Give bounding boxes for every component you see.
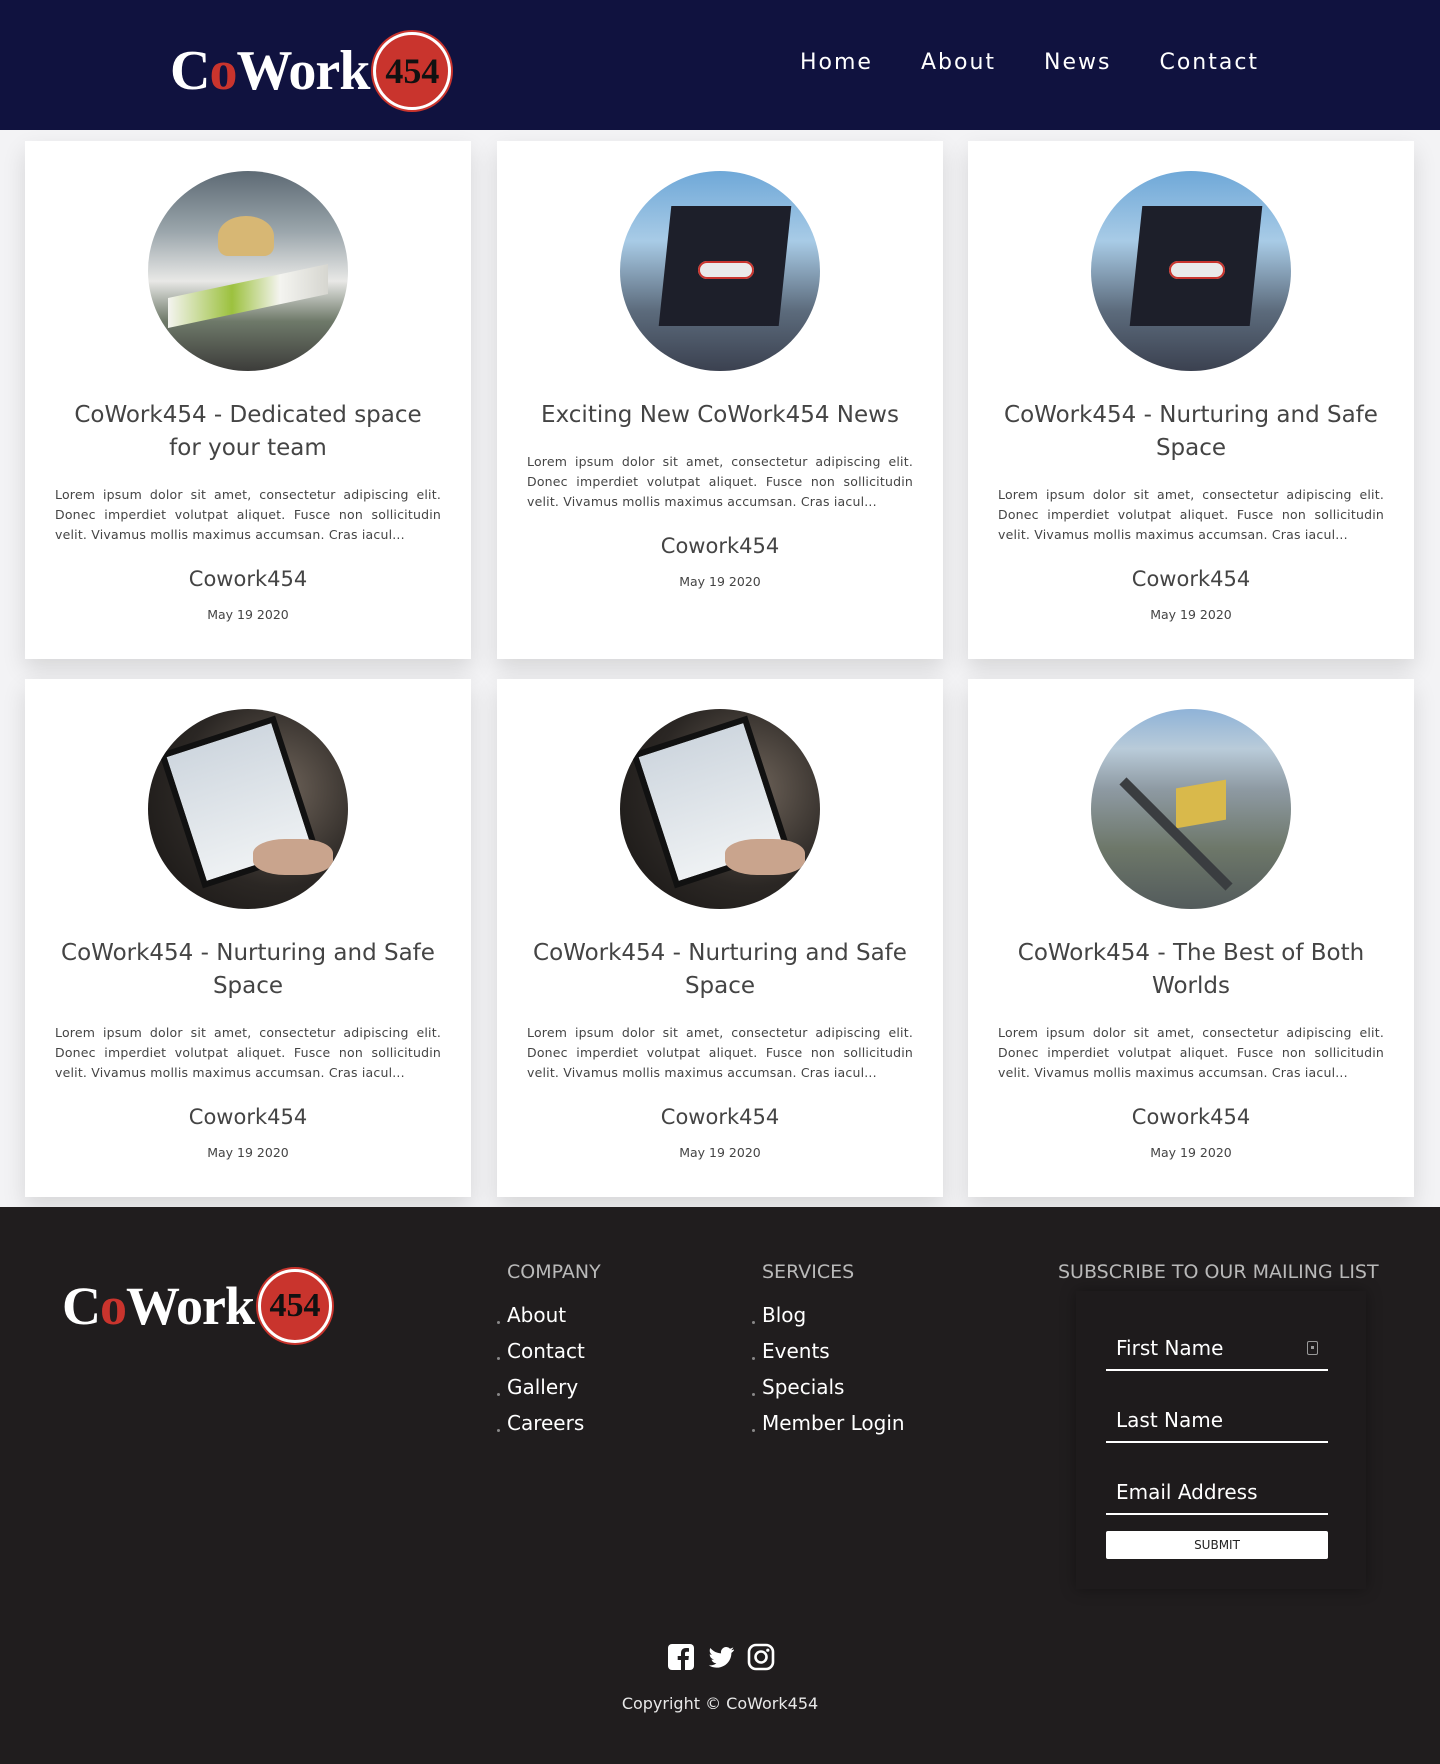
autofill-icon[interactable] — [1307, 1341, 1318, 1355]
card-excerpt: Lorem ipsum dolor sit amet, consectetur … — [998, 1025, 1384, 1080]
card-author: Cowork454 — [1131, 567, 1251, 591]
news-card[interactable]: CoWork454 - The Best of Both Worlds Lore… — [968, 679, 1414, 1197]
email-placeholder: Email Address — [1116, 1480, 1258, 1504]
card-image[interactable] — [148, 171, 348, 371]
card-author: Cowork454 — [660, 1105, 780, 1129]
news-card[interactable]: CoWork454 - Dedicated space for your tea… — [25, 141, 471, 659]
nav-about[interactable]: About — [921, 50, 996, 75]
card-title[interactable]: CoWork454 - Nurturing and Safe Space — [527, 937, 913, 1003]
card-author: Cowork454 — [1131, 1105, 1251, 1129]
instagram-icon[interactable] — [746, 1642, 776, 1672]
logo-badge: 454 — [258, 1269, 333, 1343]
nav-home[interactable]: Home — [800, 50, 873, 75]
card-date: May 19 2020 — [679, 1145, 761, 1160]
email-field[interactable]: Email Address — [1106, 1471, 1328, 1515]
card-image[interactable] — [620, 171, 820, 371]
social-links — [666, 1642, 776, 1672]
card-title[interactable]: CoWork454 - Dedicated space for your tea… — [55, 399, 441, 465]
main-nav: Home About News Contact — [800, 50, 1259, 75]
card-date: May 19 2020 — [1150, 1145, 1232, 1160]
card-author: Cowork454 — [188, 567, 308, 591]
card-image[interactable] — [1091, 709, 1291, 909]
footer-logo[interactable]: CoWork 454 — [62, 1269, 333, 1343]
footer-services-column: SERVICES Blog Events Specials Member Log… — [752, 1261, 905, 1441]
card-excerpt: Lorem ipsum dolor sit amet, consectetur … — [527, 454, 913, 509]
logo-wordmark: CoWork — [170, 40, 370, 102]
card-author: Cowork454 — [188, 1105, 308, 1129]
card-image[interactable] — [1091, 171, 1291, 371]
site-footer: CoWork 454 COMPANY About Contact Gallery… — [0, 1207, 1440, 1764]
footer-services-heading: SERVICES — [762, 1261, 855, 1283]
first-name-field[interactable]: First Name — [1106, 1327, 1328, 1371]
card-excerpt: Lorem ipsum dolor sit amet, consectetur … — [998, 487, 1384, 542]
footer-link-specials[interactable]: Specials — [752, 1369, 905, 1405]
last-name-field[interactable]: Last Name — [1106, 1399, 1328, 1443]
news-card[interactable]: CoWork454 - Nurturing and Safe Space Lor… — [25, 679, 471, 1197]
card-title[interactable]: Exciting New CoWork454 News — [527, 399, 913, 432]
footer-link-gallery[interactable]: Gallery — [497, 1369, 601, 1405]
logo-badge: 454 — [373, 32, 452, 110]
card-image[interactable] — [620, 709, 820, 909]
card-title[interactable]: CoWork454 - Nurturing and Safe Space — [55, 937, 441, 1003]
copyright-text: Copyright © CoWork454 — [621, 1694, 819, 1713]
news-card[interactable]: Exciting New CoWork454 News Lorem ipsum … — [497, 141, 943, 659]
footer-link-blog[interactable]: Blog — [752, 1297, 905, 1333]
footer-link-member-login[interactable]: Member Login — [752, 1405, 905, 1441]
footer-company-column: COMPANY About Contact Gallery Careers — [497, 1261, 601, 1441]
header-logo[interactable]: CoWork 454 — [170, 32, 452, 110]
site-header: CoWork 454 Home About News Contact — [0, 0, 1440, 130]
card-excerpt: Lorem ipsum dolor sit amet, consectetur … — [55, 1025, 441, 1080]
card-date: May 19 2020 — [207, 607, 289, 622]
footer-company-heading: COMPANY — [507, 1261, 601, 1283]
subscribe-heading: SUBSCRIBE TO OUR MAILING LIST — [1058, 1261, 1379, 1283]
subscribe-form: First Name Last Name Email Address SUBMI… — [1076, 1291, 1366, 1589]
card-title[interactable]: CoWork454 - The Best of Both Worlds — [978, 937, 1404, 1003]
submit-button[interactable]: SUBMIT — [1106, 1531, 1328, 1559]
nav-contact[interactable]: Contact — [1159, 50, 1259, 75]
logo-wordmark: CoWork — [62, 1276, 255, 1336]
footer-link-careers[interactable]: Careers — [497, 1405, 601, 1441]
card-date: May 19 2020 — [1150, 607, 1232, 622]
footer-link-about[interactable]: About — [497, 1297, 601, 1333]
facebook-icon[interactable] — [666, 1642, 696, 1672]
card-image[interactable] — [148, 709, 348, 909]
news-card[interactable]: CoWork454 - Nurturing and Safe Space Lor… — [968, 141, 1414, 659]
last-name-placeholder: Last Name — [1116, 1408, 1224, 1432]
footer-link-contact[interactable]: Contact — [497, 1333, 601, 1369]
nav-news[interactable]: News — [1044, 50, 1111, 75]
card-date: May 19 2020 — [207, 1145, 289, 1160]
card-date: May 19 2020 — [679, 574, 761, 589]
card-author: Cowork454 — [660, 534, 780, 558]
footer-link-events[interactable]: Events — [752, 1333, 905, 1369]
twitter-icon[interactable] — [706, 1642, 736, 1672]
card-excerpt: Lorem ipsum dolor sit amet, consectetur … — [527, 1025, 913, 1080]
card-excerpt: Lorem ipsum dolor sit amet, consectetur … — [55, 487, 441, 542]
news-grid: CoWork454 - Dedicated space for your tea… — [0, 130, 1440, 1207]
news-card[interactable]: CoWork454 - Nurturing and Safe Space Lor… — [497, 679, 943, 1197]
first-name-placeholder: First Name — [1116, 1336, 1224, 1360]
card-title[interactable]: CoWork454 - Nurturing and Safe Space — [998, 399, 1384, 465]
